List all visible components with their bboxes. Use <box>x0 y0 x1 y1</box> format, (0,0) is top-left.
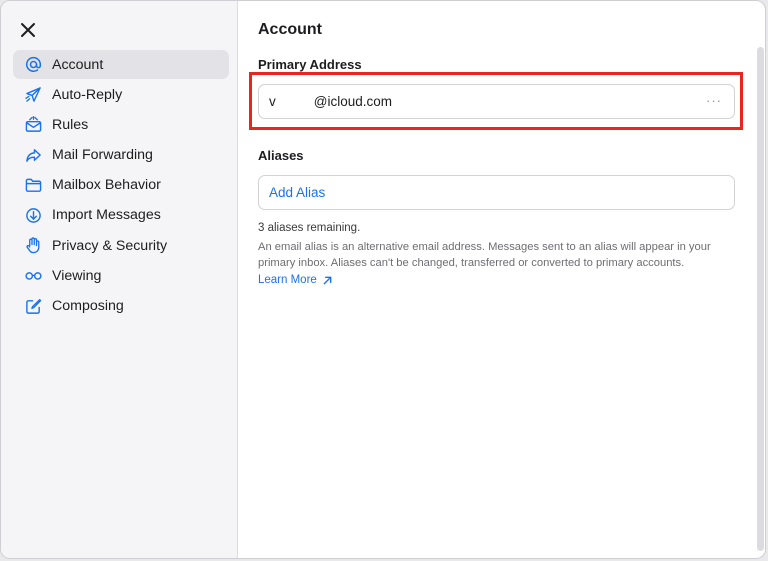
sidebar-item-import-messages[interactable]: Import Messages <box>13 201 229 230</box>
page-title: Account <box>258 21 322 38</box>
email-username: v <box>269 94 276 109</box>
sidebar-item-mailbox-behavior[interactable]: Mailbox Behavior <box>13 171 229 200</box>
scrollbar[interactable] <box>757 47 764 551</box>
aliases-remaining: 3 aliases remaining. <box>258 222 361 234</box>
sidebar-item-composing[interactable]: Composing <box>13 292 229 321</box>
sidebar-item-account[interactable]: Account <box>13 50 229 79</box>
more-options-icon[interactable]: ··· <box>706 93 722 108</box>
close-icon <box>21 23 35 37</box>
add-alias-button[interactable]: Add Alias <box>258 175 735 210</box>
aliases-description: An email alias is an alternative email a… <box>258 241 711 269</box>
folder-icon <box>24 176 42 194</box>
sidebar-item-rules[interactable]: Rules <box>13 110 229 139</box>
at-icon <box>24 56 42 74</box>
forward-arrow-icon <box>24 146 42 164</box>
sidebar-item-label: Composing <box>52 298 124 314</box>
compose-icon <box>24 297 42 315</box>
sidebar-nav: Account Auto-Reply Rules Mail Forwarding <box>13 50 229 322</box>
sidebar-item-label: Account <box>52 56 104 73</box>
learn-more-label: Learn More <box>258 274 317 286</box>
hand-icon <box>24 237 42 255</box>
sidebar-item-label: Privacy & Security <box>52 237 168 254</box>
envelope-rules-icon <box>24 116 42 134</box>
external-arrow-icon <box>323 276 332 284</box>
sidebar-item-label: Import Messages <box>52 207 161 224</box>
add-alias-label: Add Alias <box>269 185 326 200</box>
learn-more-link[interactable]: Learn More <box>258 274 333 286</box>
sidebar-item-privacy-security[interactable]: Privacy & Security <box>13 231 229 260</box>
sidebar: Account Auto-Reply Rules Mail Forwarding <box>1 1 238 558</box>
main-content: Account Primary Address v @icloud.com ··… <box>239 1 765 558</box>
settings-window: Account Auto-Reply Rules Mail Forwarding <box>0 0 766 559</box>
sidebar-item-label: Viewing <box>52 267 102 284</box>
sidebar-item-label: Rules <box>52 116 89 133</box>
email-domain: @icloud.com <box>313 94 392 109</box>
sidebar-item-viewing[interactable]: Viewing <box>13 261 229 290</box>
sidebar-item-mail-forwarding[interactable]: Mail Forwarding <box>13 141 229 170</box>
aliases-heading: Aliases <box>258 148 304 163</box>
sidebar-item-label: Auto-Reply <box>52 86 123 103</box>
primary-address-field[interactable]: v @icloud.com ··· <box>258 84 735 119</box>
primary-address-heading: Primary Address <box>258 57 362 72</box>
sidebar-item-label: Mail Forwarding <box>52 147 153 164</box>
sidebar-item-label: Mailbox Behavior <box>52 177 161 194</box>
close-button[interactable] <box>15 17 41 43</box>
glasses-icon <box>24 267 42 285</box>
download-circle-icon <box>24 206 42 224</box>
paper-plane-icon <box>24 86 42 104</box>
sidebar-item-auto-reply[interactable]: Auto-Reply <box>13 80 229 109</box>
